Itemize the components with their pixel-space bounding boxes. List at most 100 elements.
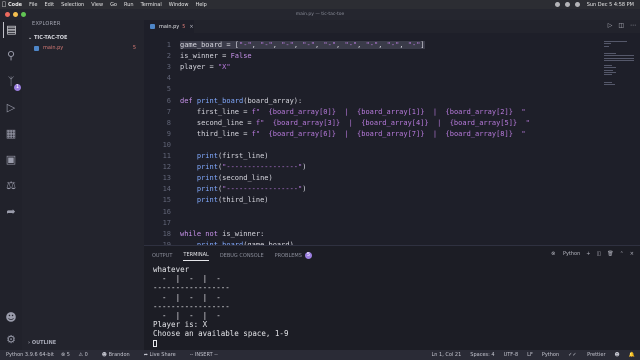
menu-terminal[interactable]: Terminal xyxy=(141,2,162,8)
terminal-output[interactable]: whatever - | - | - ----------------- - | … xyxy=(153,265,288,348)
folder-tic-tac-toe[interactable]: ⌄ TIC-TAC-TOE xyxy=(28,35,67,41)
file-main-py[interactable]: main.py 5 xyxy=(28,44,144,52)
window-title: main.py — tic-tac-toe xyxy=(295,12,345,17)
minimap-line xyxy=(604,81,612,83)
code-line[interactable]: third_line = f" {board_array[6]} | {boar… xyxy=(180,130,526,138)
code-line[interactable]: def print_board(board_array): xyxy=(180,97,302,105)
run-debug-icon[interactable]: ▷ xyxy=(3,100,19,116)
menu-go[interactable]: Go xyxy=(110,2,117,8)
apple-icon[interactable]:  xyxy=(0,1,8,8)
new-terminal-icon[interactable]: + xyxy=(586,251,590,257)
terminal-line: - | - | - xyxy=(153,292,221,302)
line-number: 13 xyxy=(162,174,171,183)
terminal-prompt[interactable] xyxy=(153,339,288,348)
user-name: Brandon xyxy=(108,352,130,358)
minimap-line xyxy=(604,43,611,45)
menu-selection[interactable]: Selection xyxy=(61,2,84,8)
maximize-panel-icon[interactable]: ⌃ xyxy=(620,251,624,257)
cursor-position[interactable]: Ln 1, Col 21 xyxy=(431,352,461,358)
prettier-status[interactable]: ✓✓ Prettier xyxy=(568,352,605,358)
search-icon[interactable]: ⚲ xyxy=(3,48,19,64)
code-line[interactable]: game_board = ["-", "-", "-", "-", "-", "… xyxy=(180,41,425,49)
indentation[interactable]: Spaces: 4 xyxy=(470,352,494,358)
tab-output[interactable]: OUTPUT xyxy=(152,252,172,261)
tab-problems[interactable]: PROBLEMS 5 xyxy=(275,252,312,261)
split-editor-icon[interactable]: ◫ xyxy=(618,22,624,29)
code-editor[interactable]: 1 game_board = ["-", "-", "-", "-", "-", … xyxy=(144,33,640,245)
python-file-icon xyxy=(34,45,39,51)
menu-help[interactable]: Help xyxy=(195,2,206,8)
tab-debug-console[interactable]: DEBUG CONSOLE xyxy=(220,252,264,261)
language-mode[interactable]: Python xyxy=(542,352,559,358)
line-number: 15 xyxy=(162,196,171,205)
minimap-line xyxy=(604,72,616,74)
code-line[interactable]: print(first_line) xyxy=(180,152,269,160)
code-line[interactable]: print(third_line) xyxy=(180,196,269,204)
terminal-shell-select[interactable]: ⊗ Python xyxy=(551,251,580,257)
menu-code[interactable]: Code xyxy=(8,2,22,8)
close-panel-icon[interactable]: × xyxy=(630,251,634,257)
feedback-icon[interactable]: ☻ xyxy=(615,352,620,358)
line-number: 2 xyxy=(166,52,171,61)
account-status[interactable]: ☻ Brandon xyxy=(102,352,137,358)
menu-run[interactable]: Run xyxy=(124,2,134,8)
end-of-line[interactable]: LF xyxy=(527,352,533,358)
code-line[interactable]: first_line = f" {board_array[0]} | {boar… xyxy=(180,108,526,116)
menu-edit[interactable]: Edit xyxy=(44,2,54,8)
code-line[interactable]: second_line = f" {board_array[3]} | {boa… xyxy=(180,119,530,127)
testing-icon[interactable]: ⚖ xyxy=(3,178,19,194)
editor-tab-bar: main.py 5 × ▷ ◫ ⋯ xyxy=(144,20,640,33)
code-line[interactable]: print("-----------------") xyxy=(180,185,307,193)
code-line[interactable]: is_winner = False xyxy=(180,52,252,60)
live-share-status[interactable]: ➦ Live Share xyxy=(144,352,183,358)
outline-section[interactable]: › OUTLINE xyxy=(28,340,56,346)
python-file-icon xyxy=(150,24,155,29)
remote-explorer-icon[interactable]: ▣ xyxy=(3,152,19,168)
menubar-status-area: Sun Dec 5 4:58 PM xyxy=(554,2,640,8)
close-window-icon[interactable] xyxy=(5,12,10,17)
live-share-icon[interactable]: ➦ xyxy=(3,204,19,220)
tab-terminal[interactable]: TERMINAL xyxy=(183,252,209,261)
code-line[interactable]: while not is_winner: xyxy=(180,230,264,238)
source-control-icon[interactable]: ᛉ 1 xyxy=(3,74,21,91)
notifications-icon[interactable]: 🔔 xyxy=(629,352,635,358)
menu-window[interactable]: Window xyxy=(169,2,189,8)
folder-name: TIC-TAC-TOE xyxy=(33,35,68,41)
extensions-icon[interactable]: ▦ xyxy=(3,126,19,142)
minimize-window-icon[interactable] xyxy=(13,12,18,17)
line-number: 8 xyxy=(166,118,171,127)
source-control-badge: 1 xyxy=(14,84,21,91)
encoding[interactable]: UTF-8 xyxy=(504,352,519,358)
run-file-icon[interactable]: ▷ xyxy=(608,22,613,29)
line-number: 10 xyxy=(162,140,171,149)
menu-file[interactable]: File xyxy=(29,2,37,8)
more-actions-icon[interactable]: ⋯ xyxy=(630,22,636,29)
minimap-line xyxy=(604,52,616,54)
line-number: 3 xyxy=(166,63,171,72)
search-icon[interactable] xyxy=(574,2,580,7)
split-terminal-icon[interactable]: ◫ xyxy=(597,251,602,257)
wifi-icon[interactable] xyxy=(564,2,570,7)
settings-gear-icon[interactable]: ⚙ xyxy=(3,332,19,348)
code-line[interactable]: print(second_line) xyxy=(180,174,273,182)
explorer-icon[interactable]: ▤ xyxy=(3,22,19,38)
panel-actions: ⊗ Python + ◫ 🗑 ⌃ × xyxy=(545,251,634,257)
terminal-shell-label: Python xyxy=(562,251,581,257)
menu-view[interactable]: View xyxy=(91,2,103,8)
zoom-window-icon[interactable] xyxy=(21,12,26,17)
problems-status[interactable]: ⊗ 5 ⚠ 0 xyxy=(61,352,95,358)
code-line[interactable]: player = "X" xyxy=(180,63,231,71)
minimap[interactable] xyxy=(604,41,636,101)
line-number: 9 xyxy=(166,129,171,138)
menubar-clock[interactable]: Sun Dec 5 4:58 PM xyxy=(587,2,634,8)
control-center-icon[interactable] xyxy=(554,2,560,7)
line-number: 5 xyxy=(166,85,171,94)
close-tab-icon[interactable]: × xyxy=(189,24,193,30)
file-problems-count: 5 xyxy=(132,45,136,51)
tab-main-py[interactable]: main.py 5 × xyxy=(144,20,194,33)
kill-terminal-icon[interactable]: 🗑 xyxy=(607,251,613,257)
line-number: 14 xyxy=(162,185,171,194)
python-interpreter[interactable]: Python 3.9.6 64-bit xyxy=(6,352,54,358)
account-icon[interactable]: ☻ xyxy=(3,310,19,326)
code-line[interactable]: print("-----------------") xyxy=(180,163,307,171)
